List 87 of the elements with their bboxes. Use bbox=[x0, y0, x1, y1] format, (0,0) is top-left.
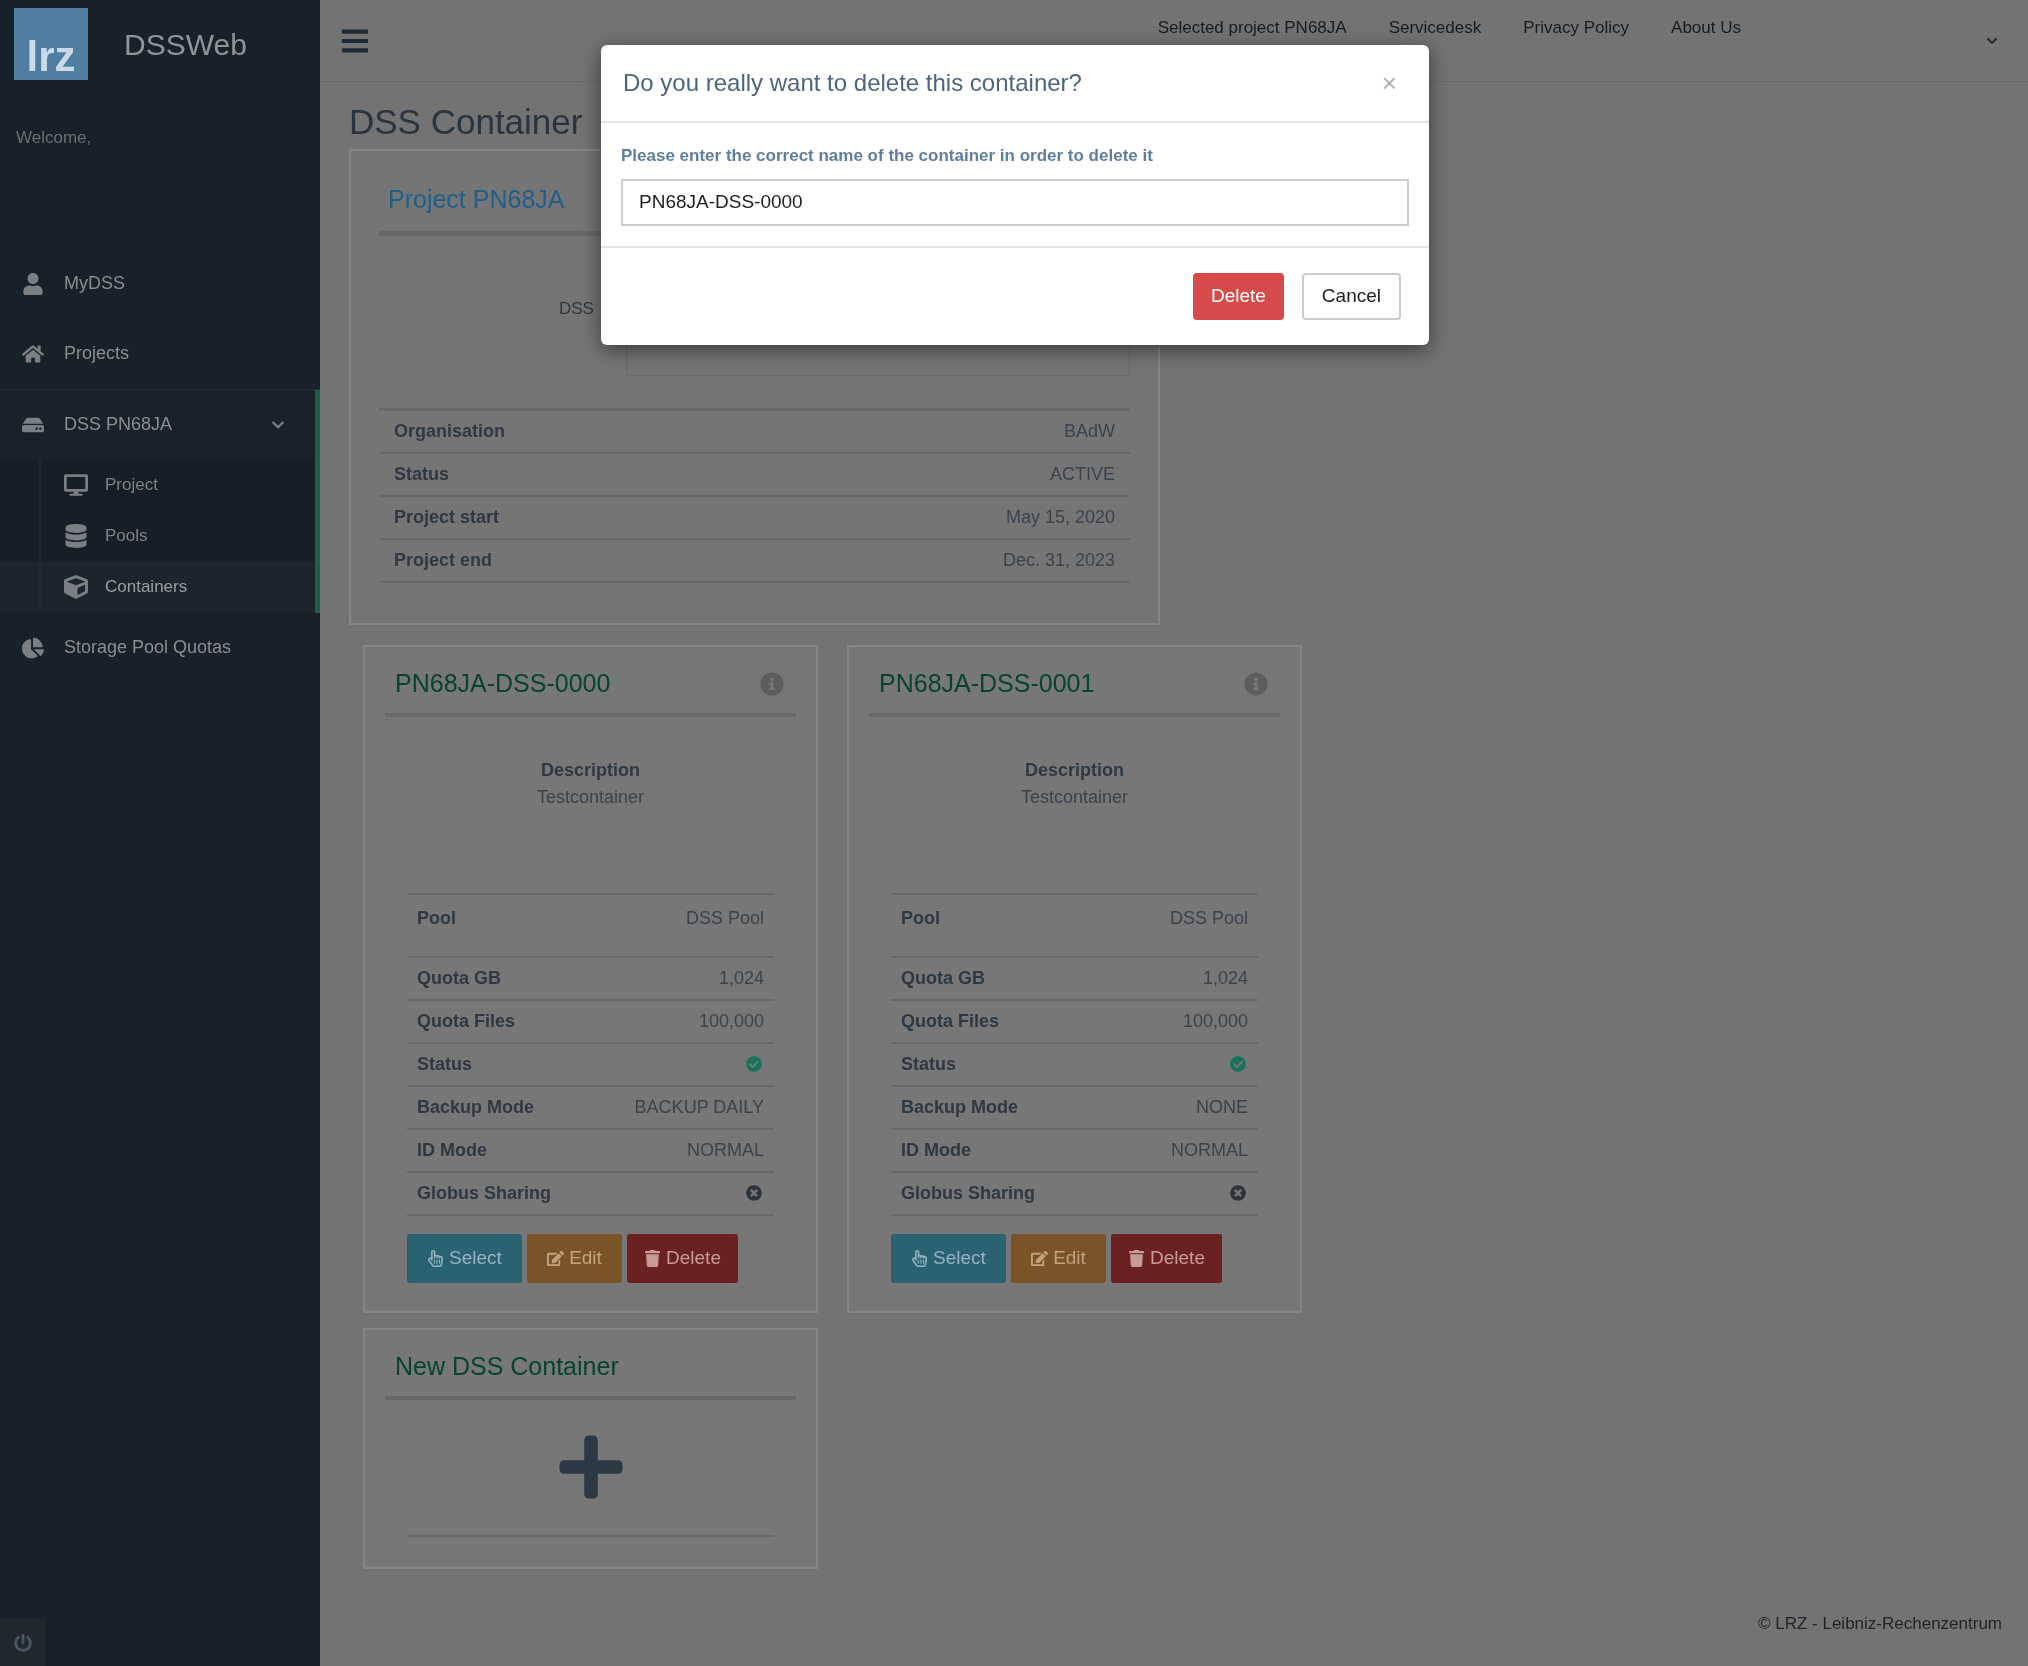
sidebar-subitem[interactable]: Project bbox=[0, 459, 315, 511]
nav-link[interactable]: Servicedesk bbox=[1388, 14, 1482, 41]
row-value: 100,000 bbox=[698, 1009, 764, 1033]
row-label: Status bbox=[394, 462, 449, 486]
row-value: 1,024 bbox=[1202, 966, 1248, 990]
row-label: Quota GB bbox=[417, 966, 501, 990]
home-icon bbox=[22, 342, 44, 365]
row-label: Globus Sharing bbox=[901, 1181, 1035, 1205]
row-label: ID Mode bbox=[417, 1138, 487, 1162]
cancel-button[interactable]: Cancel bbox=[1301, 272, 1401, 320]
field-label: DSS bbox=[559, 297, 594, 320]
row-label: Pool bbox=[417, 906, 456, 930]
nav-link[interactable]: About Us bbox=[1671, 14, 1741, 41]
row-value: NORMAL bbox=[687, 1138, 764, 1162]
sidebar-subitem[interactable]: Pools bbox=[0, 510, 315, 562]
container-title: PN68JA-DSS-0001 bbox=[879, 668, 1095, 699]
page-title: DSS Container bbox=[349, 104, 583, 139]
row-label: Quota Files bbox=[417, 1009, 515, 1033]
row-value: 100,000 bbox=[1182, 1009, 1248, 1033]
cross-icon bbox=[1230, 1185, 1246, 1201]
delete-button[interactable]: Delete bbox=[1111, 1233, 1222, 1283]
sidebar-subitem[interactable]: Containers bbox=[0, 561, 315, 613]
row-label: Quota GB bbox=[901, 966, 985, 990]
sidebar-item[interactable]: MyDSS bbox=[0, 248, 320, 319]
new-container-title: New DSS Container bbox=[395, 1352, 619, 1380]
row-value: DSS Pool bbox=[1169, 906, 1248, 930]
edit-button[interactable]: Edit bbox=[1011, 1233, 1106, 1283]
description-value: Testcontainer bbox=[536, 785, 645, 809]
row-value: May 15, 2020 bbox=[1005, 505, 1115, 529]
footer-text: © LRZ - Leibniz-Rechenzentrum bbox=[1758, 1613, 2002, 1633]
row-label: Quota Files bbox=[901, 1009, 999, 1033]
row-value: BAdW bbox=[1064, 419, 1115, 443]
pie-chart-icon bbox=[22, 636, 44, 659]
row-label: Backup Mode bbox=[417, 1095, 535, 1119]
row-label: Pool bbox=[901, 906, 940, 930]
hand-pointer-icon bbox=[427, 1249, 445, 1267]
info-icon[interactable] bbox=[1244, 671, 1268, 696]
description-value: Testcontainer bbox=[1020, 785, 1129, 809]
hand-pointer-icon bbox=[911, 1249, 929, 1267]
cross-icon bbox=[746, 1185, 762, 1201]
monitor-icon bbox=[64, 473, 88, 497]
row-value: ACTIVE bbox=[1050, 462, 1115, 486]
row-label: Status bbox=[901, 1052, 956, 1076]
edit-icon bbox=[547, 1249, 565, 1267]
check-icon bbox=[746, 1056, 762, 1072]
app-name: DSSWeb bbox=[124, 26, 247, 63]
database-icon bbox=[64, 524, 88, 548]
row-label: Project end bbox=[394, 548, 493, 572]
row-value: Dec. 31, 2023 bbox=[1002, 548, 1115, 572]
delete-button[interactable]: Delete bbox=[627, 1233, 738, 1283]
project-title: Project PN68JA bbox=[388, 185, 565, 213]
trash-icon bbox=[644, 1249, 662, 1267]
user-icon bbox=[22, 272, 44, 295]
row-label: Backup Mode bbox=[901, 1095, 1019, 1119]
description-label: Description bbox=[1025, 758, 1124, 782]
row-label: Globus Sharing bbox=[417, 1181, 551, 1205]
info-icon[interactable] bbox=[760, 671, 784, 696]
dialog-title: Do you really want to delete this container? bbox=[623, 68, 1082, 98]
logo: lrz bbox=[14, 8, 88, 80]
welcome-text: Welcome, bbox=[15, 127, 92, 149]
cube-icon bbox=[64, 575, 88, 599]
select-button[interactable]: Select bbox=[891, 1233, 1006, 1283]
nav-link[interactable]: Privacy Policy bbox=[1523, 14, 1630, 41]
container-title: PN68JA-DSS-0000 bbox=[395, 668, 611, 699]
edit-button[interactable]: Edit bbox=[527, 1233, 622, 1283]
nav-link[interactable]: Selected project PN68JA bbox=[1157, 14, 1347, 41]
sidebar-item[interactable]: Storage Pool Quotas bbox=[0, 612, 320, 683]
row-label: Status bbox=[417, 1052, 472, 1076]
sidebar-item[interactable]: Projects bbox=[0, 318, 320, 389]
power-icon bbox=[14, 1633, 32, 1652]
row-label: ID Mode bbox=[901, 1138, 971, 1162]
delete-button[interactable]: Delete bbox=[1192, 272, 1284, 320]
edit-icon bbox=[1031, 1249, 1049, 1267]
field-label: Please enter the correct name of the container in order to delete it bbox=[621, 145, 1154, 167]
row-value: DSS Pool bbox=[685, 906, 764, 930]
description-label: Description bbox=[541, 758, 640, 782]
row-label: Project start bbox=[394, 505, 500, 529]
row-label: Organisation bbox=[394, 419, 505, 443]
row-value: 1,024 bbox=[718, 966, 764, 990]
row-value: NONE bbox=[1196, 1095, 1248, 1119]
row-value: NORMAL bbox=[1171, 1138, 1248, 1162]
select-button[interactable]: Select bbox=[407, 1233, 522, 1283]
row-value: BACKUP DAILY bbox=[634, 1095, 764, 1119]
power-button[interactable] bbox=[0, 1619, 46, 1666]
check-icon bbox=[1230, 1056, 1246, 1072]
container-name-field[interactable]: PN68JA-DSS-0000 bbox=[621, 178, 1409, 226]
trash-icon bbox=[1128, 1249, 1146, 1267]
